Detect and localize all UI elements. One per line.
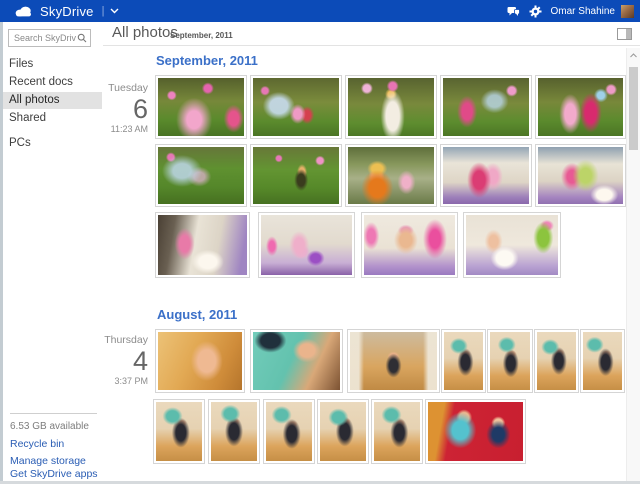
photo-thumbnail[interactable] bbox=[250, 75, 342, 139]
walking-practice-4 bbox=[583, 332, 622, 390]
photo-thumbnail[interactable] bbox=[440, 144, 532, 207]
photo-thumbnail[interactable] bbox=[487, 329, 533, 393]
photo-thumbnail[interactable] bbox=[534, 329, 579, 393]
walking-practice-9 bbox=[374, 402, 420, 461]
photo-thumbnail[interactable] bbox=[250, 329, 343, 393]
toddler-sitting-hall bbox=[350, 332, 437, 390]
walking-practice-2 bbox=[490, 332, 530, 390]
month-heading[interactable]: September, 2011 bbox=[156, 53, 258, 68]
photo-thumbnail[interactable] bbox=[347, 329, 440, 393]
date-time: 11:23 AM bbox=[92, 123, 148, 135]
walking-practice-1 bbox=[444, 332, 483, 390]
boy-gold-crown bbox=[348, 147, 434, 204]
walking-practice-6 bbox=[211, 402, 257, 461]
photo-thumbnail[interactable] bbox=[258, 212, 355, 278]
bubbles-across-lawn bbox=[158, 147, 244, 204]
photo-thumbnail[interactable] bbox=[440, 75, 532, 139]
photo-thumbnail[interactable] bbox=[155, 75, 247, 139]
girl-cake-presents bbox=[466, 215, 558, 275]
photo-thumbnail[interactable] bbox=[155, 144, 247, 207]
fairy-wings-hug-cake bbox=[538, 147, 623, 204]
girl-flower-crown bbox=[364, 215, 455, 275]
baby-feet-closeup bbox=[158, 332, 242, 390]
date-time: 3:37 PM bbox=[92, 375, 148, 387]
chevron-up-icon bbox=[630, 53, 637, 58]
photo-thumbnail[interactable] bbox=[425, 399, 526, 464]
walking-practice-5 bbox=[156, 402, 202, 461]
scrollbar[interactable] bbox=[626, 48, 640, 481]
photo-thumbnail[interactable] bbox=[153, 399, 205, 464]
date-block: Thursday43:37 PM bbox=[92, 334, 148, 387]
photo-thumbnail[interactable] bbox=[345, 75, 437, 139]
kids-giant-bubble bbox=[253, 78, 339, 136]
walking-practice-3 bbox=[537, 332, 576, 390]
toddler-hug-gingham bbox=[253, 332, 340, 390]
girls-hugging-porch bbox=[443, 147, 529, 204]
two-girls-posing bbox=[538, 78, 623, 136]
photo-thumbnail[interactable] bbox=[208, 399, 260, 464]
walking-practice-7 bbox=[266, 402, 312, 461]
photo-thumbnail[interactable] bbox=[345, 144, 437, 207]
photo-thumbnail[interactable] bbox=[250, 144, 342, 207]
photo-thumbnail[interactable] bbox=[535, 75, 626, 139]
photo-thumbnail[interactable] bbox=[463, 212, 561, 278]
scrollbar-up-arrow[interactable] bbox=[627, 48, 640, 62]
date-block: Tuesday611:23 AM bbox=[92, 82, 148, 135]
month-heading[interactable]: August, 2011 bbox=[157, 307, 237, 322]
timeline: September, 2011 Tuesday611:23 AM August, 2… bbox=[0, 0, 640, 484]
photo-thumbnail[interactable] bbox=[155, 212, 250, 278]
girl-catching-bubbles bbox=[443, 78, 529, 136]
photo-thumbnail[interactable] bbox=[317, 399, 369, 464]
girls-cake-table bbox=[158, 215, 247, 275]
mom-toddler-red-backdrop bbox=[428, 402, 523, 461]
photo-thumbnail[interactable] bbox=[263, 399, 315, 464]
photo-thumbnail[interactable] bbox=[441, 329, 486, 393]
date-day: 6 bbox=[92, 95, 148, 123]
walking-practice-8 bbox=[320, 402, 366, 461]
photo-thumbnail[interactable] bbox=[371, 399, 423, 464]
girl-white-dress-wand bbox=[348, 78, 434, 136]
photo-thumbnail[interactable] bbox=[155, 329, 245, 393]
date-day: 4 bbox=[92, 347, 148, 375]
garden-party-fairy-wings bbox=[158, 78, 244, 136]
scrollbar-thumb[interactable] bbox=[629, 67, 638, 150]
girl-opening-present bbox=[261, 215, 352, 275]
photo-thumbnail[interactable] bbox=[580, 329, 625, 393]
photo-thumbnail[interactable] bbox=[535, 144, 626, 207]
boy-under-lanterns bbox=[253, 147, 339, 204]
photo-thumbnail[interactable] bbox=[361, 212, 458, 278]
